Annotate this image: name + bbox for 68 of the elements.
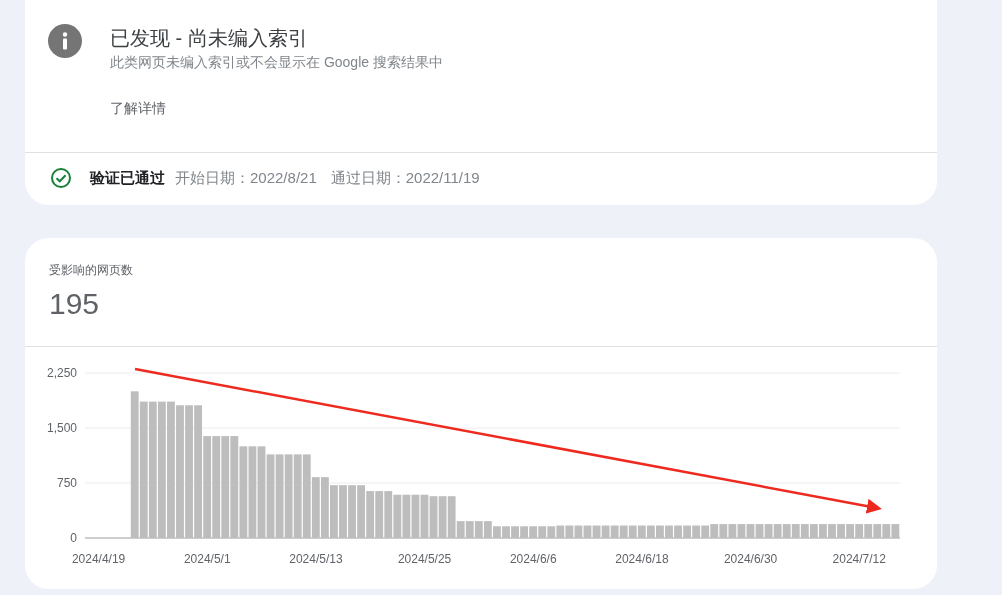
bar	[420, 494, 429, 538]
bar	[574, 525, 583, 538]
bar	[809, 524, 818, 538]
bar	[411, 494, 420, 538]
bar	[311, 477, 320, 538]
x-tick-label: 2024/7/12	[832, 552, 886, 566]
info-icon	[48, 24, 82, 58]
end-date: 通过日期：2022/11/19	[330, 168, 480, 188]
bar	[474, 521, 483, 538]
bar	[864, 524, 873, 538]
learn-more-link[interactable]: 了解详情	[110, 100, 443, 118]
x-tick-label: 2024/5/13	[289, 552, 343, 566]
bar	[701, 525, 710, 538]
bar	[393, 494, 402, 538]
validation-status: 验证已通过	[90, 168, 165, 188]
y-tick-label: 2,250	[46, 366, 77, 380]
bar	[692, 525, 701, 538]
y-tick-label: 0	[70, 531, 77, 545]
bar	[719, 524, 728, 538]
issue-description: 此类网页未编入索引或不会显示在 Google 搜索结果中	[110, 54, 443, 72]
bar	[746, 524, 755, 538]
start-date: 开始日期：2022/8/21	[175, 168, 317, 188]
bar	[782, 524, 791, 538]
bar	[791, 524, 800, 538]
x-tick-label: 2024/6/30	[723, 552, 778, 566]
bar	[891, 524, 900, 538]
bar	[384, 491, 393, 538]
bar	[429, 496, 438, 538]
bar	[465, 521, 474, 538]
affected-pages-count: 195	[49, 287, 101, 321]
bar	[438, 496, 447, 538]
bar	[855, 524, 864, 538]
bar	[610, 525, 619, 538]
bar	[565, 525, 574, 538]
bar	[556, 525, 565, 538]
bar	[755, 524, 764, 538]
bar	[710, 524, 719, 538]
bar	[764, 524, 773, 538]
bar	[601, 525, 610, 538]
bar	[402, 494, 411, 538]
bar	[483, 521, 492, 538]
affected-pages-label: 受影响的网页数	[49, 262, 134, 279]
issue-title: 已发现 - 尚未编入索引	[110, 26, 309, 51]
bar	[592, 525, 601, 538]
y-tick-label: 750	[56, 476, 77, 490]
bar	[646, 525, 655, 538]
bar	[728, 524, 737, 538]
bar	[547, 526, 556, 538]
bar	[583, 525, 592, 538]
x-tick-label: 2024/6/18	[615, 552, 669, 566]
bar	[529, 526, 538, 538]
bar	[320, 477, 329, 538]
bar	[538, 526, 547, 538]
bar	[637, 525, 646, 538]
x-tick-label: 2024/5/25	[397, 552, 452, 566]
bar	[882, 524, 891, 538]
bar	[619, 525, 628, 538]
bar	[366, 491, 375, 538]
bar	[800, 524, 809, 538]
bar	[873, 524, 882, 538]
x-tick-label: 2024/5/1	[183, 552, 231, 566]
bar	[773, 524, 782, 538]
x-tick-label: 2024/6/6	[509, 552, 557, 566]
y-tick-label: 1,500	[46, 421, 77, 435]
bar	[737, 524, 746, 538]
bar	[375, 491, 384, 538]
x-tick-label: 2024/4/19	[71, 552, 126, 566]
bar	[628, 525, 637, 538]
